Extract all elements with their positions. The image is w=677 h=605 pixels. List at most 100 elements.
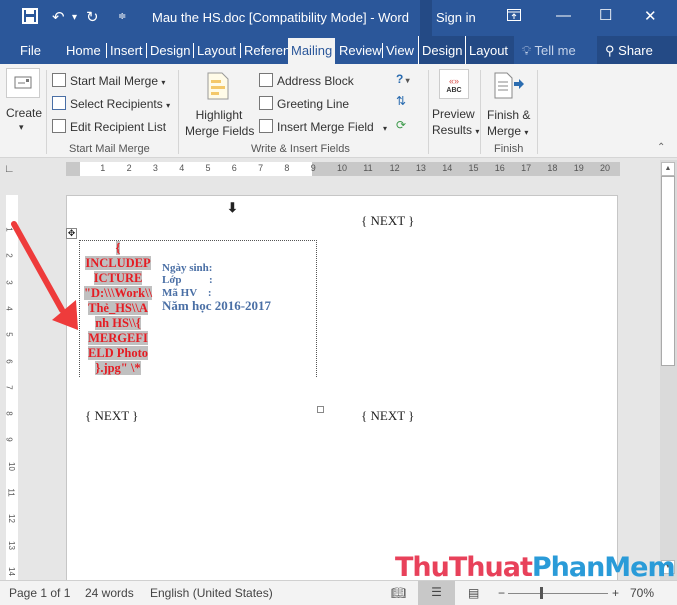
tab-insert[interactable]: Insert xyxy=(106,43,143,58)
undo-icon[interactable]: ↶ xyxy=(52,8,65,26)
minimize-icon[interactable]: — xyxy=(556,7,571,24)
status-bar: Page 1 of 1 24 words English (United Sta… xyxy=(0,580,677,605)
ruler-tick-label: 11 xyxy=(6,488,16,497)
zoom-level[interactable]: 70% xyxy=(630,586,654,600)
edit-recipient-list-icon xyxy=(52,119,66,133)
ruler-tick-label: 17 xyxy=(521,163,532,173)
match-fields-icon[interactable]: ⇅ xyxy=(396,94,406,108)
sign-in-button[interactable]: Sign in xyxy=(420,0,492,36)
page-count[interactable]: Page 1 of 1 xyxy=(9,586,70,600)
ruler-tick-label: 20 xyxy=(600,163,611,173)
group-label-start-mail-merge: Start Mail Merge xyxy=(69,143,150,155)
share-button[interactable]: ⚲ Share xyxy=(597,36,677,64)
zoom-slider-thumb[interactable] xyxy=(540,587,544,599)
ruler-tick-label: 5 xyxy=(6,332,14,336)
finish-merge-button[interactable]: Finish & Merge ▾ xyxy=(487,107,530,141)
insert-merge-field-button[interactable]: Insert Merge Field ▾ xyxy=(259,119,387,134)
greeting-line-label: Greeting Line xyxy=(277,97,350,111)
create-button[interactable]: Create xyxy=(6,106,42,120)
tell-me-label: Tell me xyxy=(534,43,576,58)
watermark-part-1: ThuThuat xyxy=(395,552,533,583)
ruler-tick-label: 1 xyxy=(6,227,14,231)
field-code-line: INCLUDEP xyxy=(85,256,151,270)
select-recipients-icon xyxy=(52,96,66,110)
tab-layout[interactable]: Layout xyxy=(193,43,236,58)
field-code-line: MERGEFI xyxy=(88,331,148,345)
preview-label-2: Results xyxy=(432,123,473,137)
zoom-out-icon[interactable]: − xyxy=(498,586,505,600)
window-title: Mau the HS.doc [Compatibility Mode] - Wo… xyxy=(152,10,409,25)
field-code-line: Thẻ_HS\\A xyxy=(88,301,148,315)
ruler-tick-label: 14 xyxy=(6,566,16,576)
rules-icon[interactable]: ? ▾ xyxy=(396,72,410,86)
tab-review[interactable]: Review xyxy=(339,43,382,58)
ribbon-display-options-icon[interactable] xyxy=(507,8,521,25)
envelope-icon[interactable] xyxy=(6,68,40,98)
chevron-down-icon: ▾ xyxy=(383,124,388,133)
greeting-line-button[interactable]: Greeting Line xyxy=(259,96,349,111)
ruler-tick-label: 12 xyxy=(389,163,400,173)
update-labels-icon[interactable]: ⟳ xyxy=(396,118,406,132)
ruler-tick-label: 8 xyxy=(6,411,14,415)
maximize-icon[interactable]: ☐ xyxy=(599,6,612,24)
redo-icon[interactable]: ↻ xyxy=(86,8,99,26)
save-icon[interactable] xyxy=(22,8,38,28)
language-status[interactable]: English (United States) xyxy=(150,586,273,600)
web-layout-icon[interactable]: ▤ xyxy=(468,586,479,600)
highlight-merge-fields-icon xyxy=(207,72,229,103)
word-count[interactable]: 24 words xyxy=(85,586,134,600)
tab-file[interactable]: File xyxy=(20,43,41,58)
tab-mailings[interactable]: Mailing xyxy=(288,38,336,64)
title-bar: ↶ ▾ ↻ ≑ Mau the HS.doc [Compatibility Mo… xyxy=(0,0,677,36)
table-resize-handle[interactable] xyxy=(317,406,324,413)
tab-table-layout[interactable]: Layout xyxy=(465,36,515,64)
finish-label-1: Finish & xyxy=(487,108,531,122)
group-label-finish: Finish xyxy=(494,143,524,155)
class-label: Lớp : xyxy=(162,274,213,286)
table-move-handle-icon[interactable]: ✥ xyxy=(66,228,77,239)
ruler-tick-label: 18 xyxy=(547,163,558,173)
ruler-tick-label: 13 xyxy=(415,163,426,173)
edit-recipient-list-button[interactable]: Edit Recipient List xyxy=(52,119,166,134)
address-block-label: Address Block xyxy=(277,74,354,88)
ruler-tick-label: 9 xyxy=(6,438,14,442)
preview-results-icon: «» ABC xyxy=(439,69,469,99)
horizontal-ruler[interactable]: 1 2 3 4 5 6 7 8 9 10 11 12 13 14 15 16 17 18 19 20 xyxy=(66,162,620,176)
highlight-label-2: Merge Fields xyxy=(185,124,255,138)
tab-references[interactable]: Referen xyxy=(240,43,290,58)
create-dropdown-icon[interactable]: ▾ xyxy=(19,122,24,133)
read-mode-icon[interactable]: 📖︎ xyxy=(391,586,406,600)
tab-home[interactable]: Home xyxy=(66,43,101,58)
customize-quick-access-icon[interactable]: ≑ xyxy=(118,11,126,22)
finish-label-2: Merge xyxy=(487,124,522,138)
person-add-icon: ⚲ xyxy=(605,43,615,58)
address-block-button[interactable]: Address Block xyxy=(259,73,354,88)
tab-design[interactable]: Design xyxy=(146,43,190,58)
tab-selector-icon[interactable]: ∟ xyxy=(4,163,18,177)
print-layout-icon[interactable]: ☰ xyxy=(418,581,455,605)
tab-view[interactable]: View xyxy=(382,43,414,58)
tab-table-design[interactable]: Design xyxy=(418,36,466,64)
undo-dropdown-icon[interactable]: ▾ xyxy=(72,12,77,23)
group-separator xyxy=(46,70,47,154)
group-separator xyxy=(480,70,481,154)
close-icon[interactable]: ✕ xyxy=(644,7,657,25)
includepicture-field-code[interactable]: {INCLUDEP ICTURE "D:\\\Work\\ Thẻ_HS\\A nh H… xyxy=(84,241,153,376)
address-block-icon xyxy=(259,73,273,87)
tell-me-search[interactable]: 💡︎ Tell me xyxy=(522,43,576,59)
start-mail-merge-button[interactable]: Start Mail Merge ▾ xyxy=(52,73,165,88)
finish-merge-icon xyxy=(492,72,526,103)
scrollbar-thumb[interactable] xyxy=(661,176,675,366)
collapse-ribbon-icon[interactable]: ⌃ xyxy=(657,142,665,153)
ruler-tick-label: 2 xyxy=(126,163,132,173)
vertical-scrollbar[interactable]: ▲ ▼ xyxy=(660,160,677,580)
highlight-merge-fields-button[interactable]: Highlight Merge Fields xyxy=(185,107,255,139)
select-recipients-button[interactable]: Select Recipients ▾ xyxy=(52,96,170,111)
lightbulb-icon: 💡︎ xyxy=(522,43,532,58)
vertical-ruler[interactable]: 1234567891011121314 xyxy=(6,195,18,580)
zoom-in-icon[interactable]: + xyxy=(612,586,619,600)
zoom-slider[interactable] xyxy=(508,587,608,599)
preview-results-button[interactable]: Preview Results ▾ xyxy=(432,106,479,140)
ruler-tick-label: 14 xyxy=(442,163,453,173)
scroll-up-icon[interactable]: ▲ xyxy=(661,162,675,176)
